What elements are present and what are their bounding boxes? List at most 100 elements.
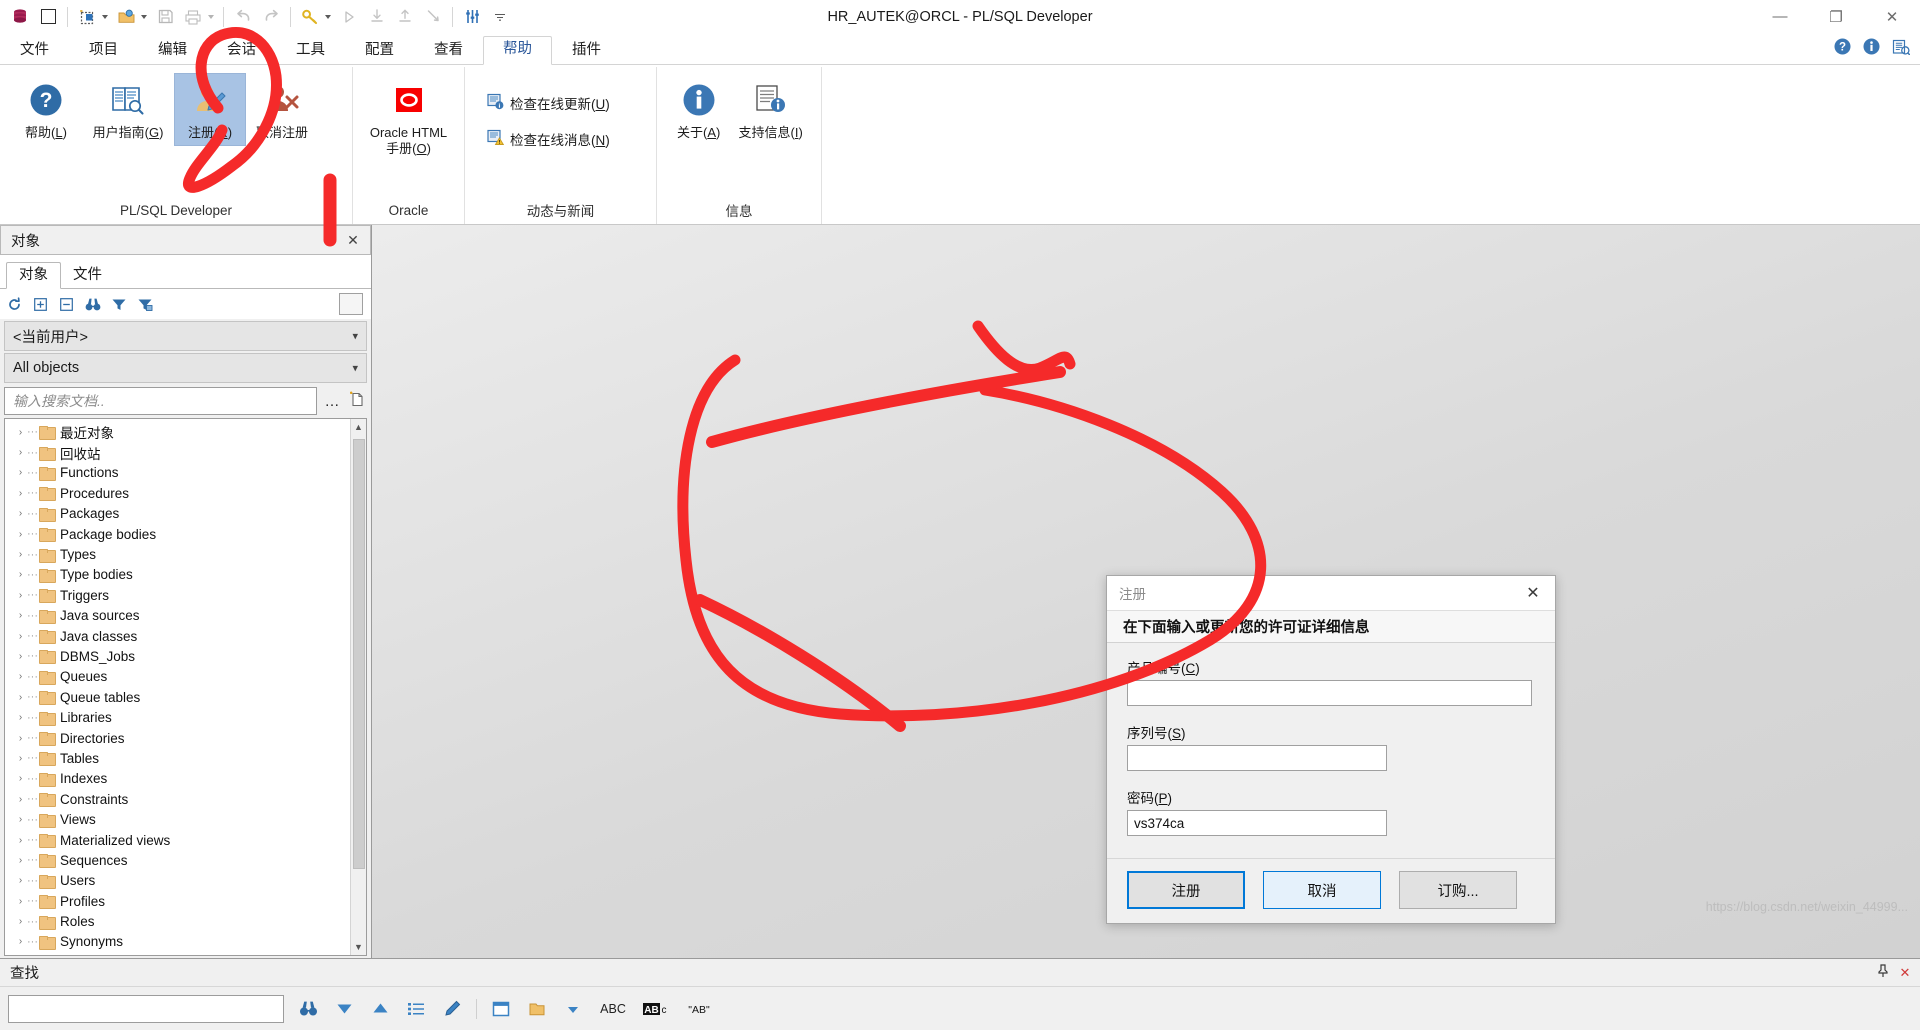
menu-tools[interactable]: 工具 xyxy=(276,38,345,65)
tree-item[interactable]: › ··· Triggers xyxy=(5,585,350,605)
scroll-down-icon[interactable]: ▼ xyxy=(350,939,366,955)
chevron-right-icon[interactable]: › xyxy=(14,855,27,866)
help-circle-icon[interactable]: ? xyxy=(1834,38,1851,60)
tree-item[interactable]: › ··· Queue tables xyxy=(5,687,350,707)
overflow-icon[interactable] xyxy=(486,4,514,30)
tree-item[interactable]: › ··· Indexes xyxy=(5,769,350,789)
chevron-right-icon[interactable]: › xyxy=(14,692,27,703)
tree-item[interactable]: › ··· Java sources xyxy=(5,606,350,626)
menu-view[interactable]: 查看 xyxy=(414,38,483,65)
chevron-right-icon[interactable]: › xyxy=(14,814,27,825)
filter-icon[interactable] xyxy=(110,296,127,313)
expand-all-icon[interactable] xyxy=(32,296,49,313)
objects-tree-scrollbar[interactable]: ▲ ▼ xyxy=(350,419,366,955)
ribbon-unregister[interactable]: 取消注册 xyxy=(246,73,318,146)
search-input[interactable]: 输入搜索文档.. xyxy=(4,387,317,415)
tree-item[interactable]: › ··· Package bodies xyxy=(5,524,350,544)
info-circle-icon[interactable] xyxy=(1863,38,1880,60)
window-icon[interactable] xyxy=(489,997,513,1021)
dialog-cancel-button[interactable]: 取消 xyxy=(1263,871,1381,909)
tree-item[interactable]: › ··· Functions xyxy=(5,463,350,483)
tree-item[interactable]: › ··· Packages xyxy=(5,504,350,524)
pin-icon[interactable] xyxy=(320,231,342,249)
tree-item[interactable]: › ··· Materialized views xyxy=(5,830,350,850)
menu-project[interactable]: 项目 xyxy=(69,38,138,65)
menu-file[interactable]: 文件 xyxy=(0,38,69,65)
tree-item[interactable]: › ··· Java classes xyxy=(5,626,350,646)
ribbon-check-online-update[interactable]: 检查在线更新(U) xyxy=(481,91,616,115)
chevron-right-icon[interactable]: › xyxy=(14,590,27,601)
ribbon-register[interactable]: 注册(R) xyxy=(174,73,246,147)
tree-item[interactable]: › ··· Libraries xyxy=(5,707,350,727)
match-whole-word-icon[interactable]: AB c xyxy=(641,997,671,1021)
regex-quote-icon[interactable]: "AB" xyxy=(683,997,715,1021)
tree-item[interactable]: › ··· Synonyms xyxy=(5,932,350,952)
ribbon-about[interactable]: 关于(A) xyxy=(667,73,730,146)
ribbon-check-online-news[interactable]: 检查在线消息(N) xyxy=(481,127,616,151)
find-input[interactable] xyxy=(8,994,284,1023)
window-restore-icon[interactable] xyxy=(34,4,62,30)
match-case-abc-icon[interactable]: ABC xyxy=(597,997,629,1021)
find-next-down-icon[interactable] xyxy=(332,997,356,1021)
tree-item[interactable]: › ··· Sequences xyxy=(5,850,350,870)
tree-item[interactable]: › ··· 最近对象 xyxy=(5,422,350,442)
highlight-icon[interactable] xyxy=(440,997,464,1021)
key-dropdown-caret[interactable] xyxy=(325,14,331,19)
dropdown-caret-icon[interactable] xyxy=(561,997,585,1021)
open-folder-icon[interactable] xyxy=(112,4,140,30)
product-code-field[interactable] xyxy=(1127,680,1532,706)
new-document-icon[interactable] xyxy=(347,390,367,412)
chevron-right-icon[interactable]: › xyxy=(14,794,27,805)
filter-settings-icon[interactable] xyxy=(136,296,153,313)
tree-item[interactable]: › ··· Users xyxy=(5,871,350,891)
password-field[interactable]: vs374ca xyxy=(1127,810,1387,836)
close-icon[interactable]: ✕ xyxy=(342,232,364,249)
chevron-right-icon[interactable]: › xyxy=(14,936,27,947)
chevron-right-icon[interactable]: › xyxy=(14,875,27,886)
collapse-all-icon[interactable] xyxy=(58,296,75,313)
chevron-right-icon[interactable]: › xyxy=(14,508,27,519)
close-icon[interactable]: ✕ xyxy=(1515,577,1551,609)
chevron-right-icon[interactable]: › xyxy=(14,610,27,621)
new-document-icon[interactable] xyxy=(73,4,101,30)
tree-item[interactable]: › ··· Directories xyxy=(5,728,350,748)
chevron-right-icon[interactable]: › xyxy=(14,712,27,723)
dialog-register-button[interactable]: 注册 xyxy=(1127,871,1245,909)
menu-edit[interactable]: 编辑 xyxy=(138,38,207,65)
dialog-order-button[interactable]: 订购... xyxy=(1399,871,1517,909)
scrollbar-thumb[interactable] xyxy=(352,439,365,869)
chevron-right-icon[interactable]: › xyxy=(14,569,27,580)
chevron-right-icon[interactable]: › xyxy=(14,753,27,764)
chevron-right-icon[interactable]: › xyxy=(14,631,27,642)
tree-item[interactable]: › ··· Profiles xyxy=(5,891,350,911)
tree-item[interactable]: › ··· Tables xyxy=(5,748,350,768)
chevron-right-icon[interactable]: › xyxy=(14,651,27,662)
menu-plugins[interactable]: 插件 xyxy=(552,38,621,65)
settings-sliders-icon[interactable] xyxy=(458,4,486,30)
menu-session[interactable]: 会话 xyxy=(207,38,276,65)
close-icon[interactable]: ✕ xyxy=(1894,965,1916,981)
chevron-right-icon[interactable]: › xyxy=(14,447,27,458)
tree-item[interactable]: › ··· Procedures xyxy=(5,483,350,503)
tree-item[interactable]: › ··· Type bodies xyxy=(5,565,350,585)
find-binoculars-icon[interactable] xyxy=(84,296,101,313)
ribbon-help[interactable]: ? 帮助(L) xyxy=(10,73,82,146)
user-select[interactable]: <当前用户> ▾ xyxy=(4,321,367,351)
tree-item[interactable]: › ··· Constraints xyxy=(5,789,350,809)
chevron-right-icon[interactable]: › xyxy=(14,549,27,560)
ribbon-support-info[interactable]: 支持信息(I) xyxy=(730,73,811,146)
sidebar-tab-objects[interactable]: 对象 xyxy=(6,261,61,289)
chevron-right-icon[interactable]: › xyxy=(14,733,27,744)
tree-item[interactable]: › ··· DBMS_Jobs xyxy=(5,646,350,666)
chevron-right-icon[interactable]: › xyxy=(14,896,27,907)
new-document-dropdown-caret[interactable] xyxy=(102,14,108,19)
chevron-right-icon[interactable]: › xyxy=(14,488,27,499)
support-info-icon[interactable] xyxy=(1892,39,1911,60)
chevron-right-icon[interactable]: › xyxy=(14,773,27,784)
object-type-select[interactable]: All objects ▾ xyxy=(4,353,367,383)
search-more-button[interactable]: … xyxy=(321,393,343,410)
tree-item[interactable]: › ··· Views xyxy=(5,809,350,829)
ribbon-user-guide[interactable]: 用户指南(G) xyxy=(82,73,174,146)
minimize-button[interactable]: — xyxy=(1752,0,1808,33)
serial-number-field[interactable] xyxy=(1127,745,1387,771)
